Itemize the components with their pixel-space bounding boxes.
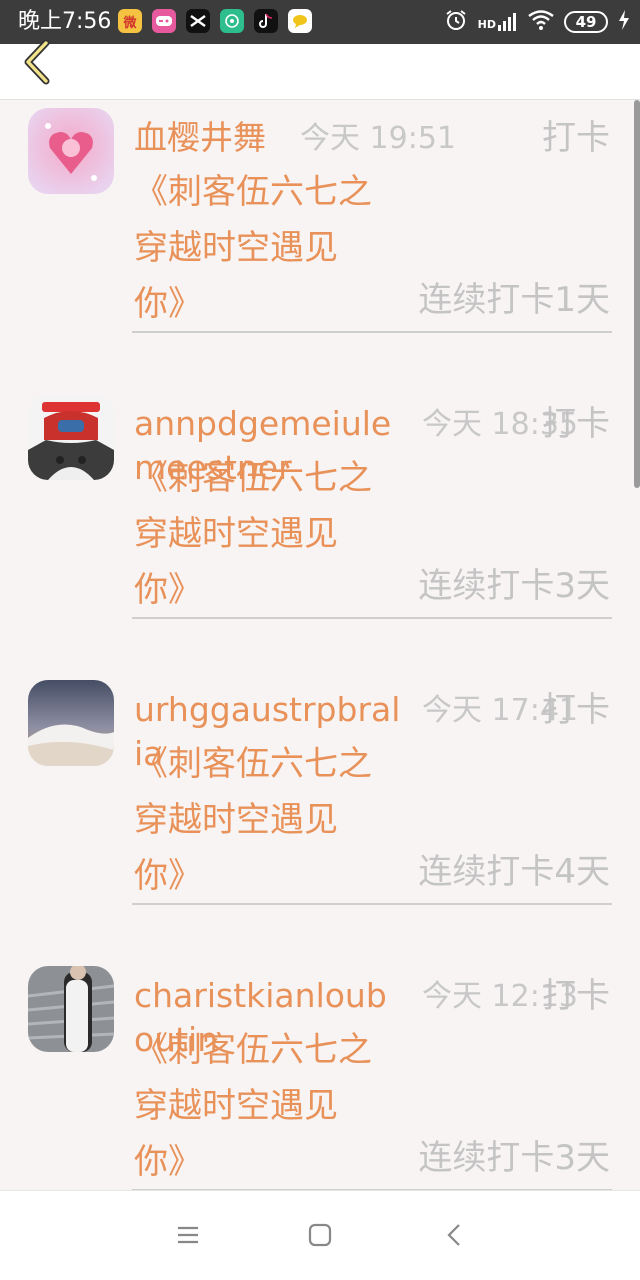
chat-icon bbox=[288, 9, 312, 33]
content-line: 你》 bbox=[134, 856, 202, 896]
divider bbox=[132, 617, 612, 619]
home-icon bbox=[308, 1223, 332, 1251]
list-item[interactable]: 血樱井舞 今天 19:51 打卡 《刺客伍六七之 穿越时空遇见 你》 连续打卡1… bbox=[0, 100, 640, 386]
checkin-tag: 打卡 bbox=[542, 690, 610, 730]
status-bar: 晚上7:56 微 HD 49 bbox=[0, 0, 640, 44]
notification-icons: 微 bbox=[118, 9, 312, 33]
podcast-icon bbox=[220, 9, 244, 33]
scrollbar-thumb[interactable] bbox=[634, 100, 640, 488]
list-item[interactable]: urhggaustrpbralia 今天 17:41 打卡 《刺客伍六七之 穿越… bbox=[0, 672, 640, 958]
tiktok-icon bbox=[254, 9, 278, 33]
avatar[interactable] bbox=[28, 394, 114, 480]
checkin-list[interactable]: 血樱井舞 今天 19:51 打卡 《刺客伍六七之 穿越时空遇见 你》 连续打卡1… bbox=[0, 100, 640, 1190]
chevron-left-icon bbox=[20, 39, 56, 89]
streak-label: 连续打卡3天 bbox=[418, 1138, 610, 1178]
weibo-icon: 微 bbox=[118, 9, 142, 33]
list-item[interactable]: charistkianloubоutin 今天 12:13 打卡 《刺客伍六七之… bbox=[0, 958, 640, 1190]
game-icon bbox=[152, 9, 176, 33]
checkin-tag: 打卡 bbox=[542, 404, 610, 444]
content-line: 穿越时空遇见 bbox=[134, 514, 338, 554]
avatar[interactable] bbox=[28, 966, 114, 1052]
app-header bbox=[0, 39, 640, 100]
alarm-icon bbox=[444, 8, 468, 36]
back-icon bbox=[445, 1223, 463, 1251]
battery-indicator: 49 bbox=[564, 11, 608, 33]
wifi-icon bbox=[528, 10, 554, 34]
nav-back-button[interactable] bbox=[434, 1217, 474, 1257]
checkin-tag: 打卡 bbox=[542, 976, 610, 1016]
content-line: 你》 bbox=[134, 284, 202, 324]
content-line: 你》 bbox=[134, 570, 202, 610]
menu-button[interactable] bbox=[168, 1217, 208, 1257]
avatar[interactable] bbox=[28, 680, 114, 766]
divider bbox=[132, 903, 612, 905]
streak-label: 连续打卡4天 bbox=[418, 852, 610, 892]
divider bbox=[132, 331, 612, 333]
charging-icon bbox=[618, 10, 630, 34]
list-item[interactable]: annpdgemeiulemeestner 今天 18:35 打卡 《刺客伍六七… bbox=[0, 386, 640, 672]
back-button[interactable] bbox=[14, 39, 62, 85]
home-button[interactable] bbox=[300, 1217, 340, 1257]
signal-icon: HD bbox=[478, 13, 518, 31]
system-nav-bar bbox=[0, 1190, 640, 1280]
streak-label: 连续打卡3天 bbox=[418, 566, 610, 606]
content-line: 《刺客伍六七之 bbox=[134, 1030, 372, 1070]
menu-icon bbox=[176, 1225, 200, 1249]
status-time: 晚上7:56 bbox=[18, 9, 112, 34]
streak-label: 连续打卡1天 bbox=[418, 280, 610, 320]
content-line: 穿越时空遇见 bbox=[134, 228, 338, 268]
status-right: HD 49 bbox=[444, 8, 630, 36]
capcut-icon bbox=[186, 9, 210, 33]
content-line: 你》 bbox=[134, 1142, 202, 1182]
content-line: 《刺客伍六七之 bbox=[134, 458, 372, 498]
content-line: 《刺客伍六七之 bbox=[134, 744, 372, 784]
avatar[interactable] bbox=[28, 108, 114, 194]
checkin-tag: 打卡 bbox=[542, 118, 610, 158]
content-line: 《刺客伍六七之 bbox=[134, 172, 372, 212]
post-time: 今天 19:51 bbox=[300, 121, 456, 156]
content-line: 穿越时空遇见 bbox=[134, 1086, 338, 1126]
content-line: 穿越时空遇见 bbox=[134, 800, 338, 840]
